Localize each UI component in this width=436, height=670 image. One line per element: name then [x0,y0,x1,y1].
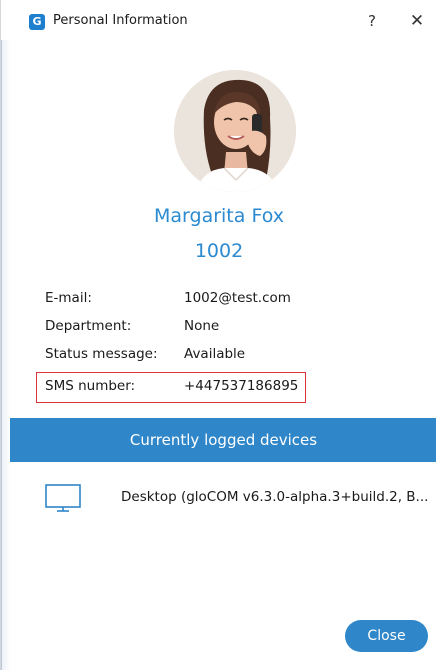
department-label: Department: [45,318,132,334]
email-label: E-mail: [45,290,92,306]
logged-devices-header: Currently logged devices [10,418,436,462]
department-value: None [184,318,220,334]
contact-extension: 1002 [194,240,244,262]
personal-information-dialog: G Personal Information ? ✕ Margarita Fox… [0,0,436,670]
status-message-value: Available [184,346,246,362]
avatar-photo-icon [174,70,296,192]
close-button[interactable]: Close [345,620,428,652]
email-value: 1002@test.com [184,290,291,306]
sms-number-label: SMS number: [45,378,136,394]
info-row-sms-number: SMS number: +447537186895 [45,378,425,400]
desktop-monitor-icon [45,484,81,512]
close-window-button[interactable]: ✕ [406,10,428,32]
status-message-label: Status message: [45,346,158,362]
avatar [174,70,296,192]
device-list-item: Desktop (gloCOM v6.3.0-alpha.3+build.2, … [45,483,436,523]
info-row-status-message: Status message: Available [45,346,425,368]
title-bar: G Personal Information ? ✕ [1,0,436,40]
help-button[interactable]: ? [361,10,383,32]
info-row-department: Department: None [45,318,425,340]
device-label: Desktop (gloCOM v6.3.0-alpha.3+build.2, … [121,489,429,505]
window-title: Personal Information [53,13,188,28]
app-icon-letter: G [32,15,42,28]
window-edge [1,0,11,670]
contact-name: Margarita Fox [154,205,284,227]
sms-number-value: +447537186895 [184,378,299,394]
glocom-app-icon: G [29,14,45,30]
info-row-email: E-mail: 1002@test.com [45,290,425,312]
